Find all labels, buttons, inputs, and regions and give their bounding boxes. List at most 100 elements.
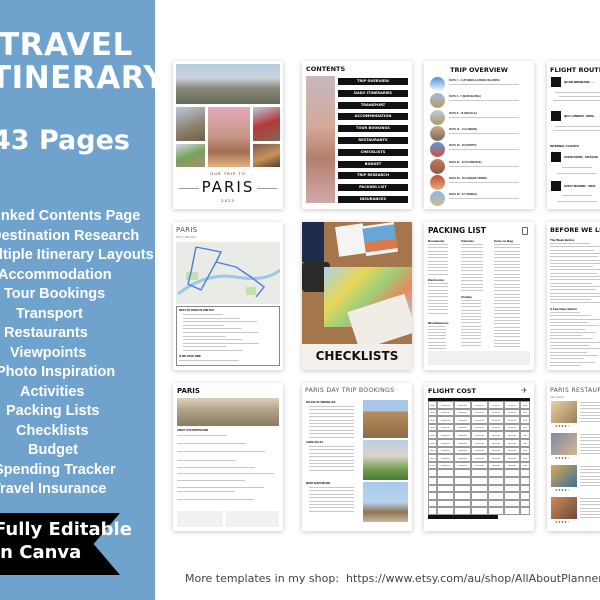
text-line bbox=[428, 250, 448, 252]
text-line bbox=[179, 360, 239, 361]
cost-table-cell bbox=[488, 423, 504, 432]
text-line bbox=[550, 321, 588, 323]
feature-item: Checklists bbox=[16, 422, 89, 439]
contents-link[interactable]: CHECKLISTS bbox=[338, 148, 408, 156]
day-trip-heading: PALACE OF VERSAILLES bbox=[306, 401, 336, 404]
text-line bbox=[550, 279, 600, 281]
contents-link[interactable]: RESTAURANTS bbox=[338, 137, 408, 144]
restaurant-detail-line bbox=[580, 478, 600, 480]
if-we-have-time-title: IF WE HAVE TIME bbox=[179, 355, 201, 358]
shop-url-link[interactable]: https://www.etsy.com/au/shop/AllAboutPla… bbox=[346, 572, 600, 585]
contents-link[interactable]: TRIP OVERVIEW bbox=[338, 78, 408, 85]
page-paris-restaurants: PARIS RESTAURANTS Latin Quarter ★★★★☆ ★★★… bbox=[547, 383, 600, 531]
about-destination-heading: ABOUT OUR DESTINATION bbox=[177, 429, 209, 432]
contents-title: CONTENTS bbox=[306, 65, 346, 73]
contents-link[interactable]: INSURANCES bbox=[338, 196, 408, 203]
contents-link-label: TRIP OVERVIEW bbox=[357, 79, 389, 83]
text-line bbox=[428, 244, 448, 245]
text-line bbox=[428, 289, 448, 291]
page-cover: OUR TRIP TO PARIS 2023 bbox=[173, 61, 283, 209]
text-line bbox=[494, 293, 520, 295]
cost-table-cell bbox=[437, 507, 454, 515]
route-map-svg bbox=[177, 246, 281, 298]
text-line bbox=[550, 361, 595, 363]
cost-table-cell bbox=[520, 507, 530, 515]
contents-link[interactable]: PACKING LIST bbox=[338, 184, 408, 192]
text-line bbox=[428, 273, 448, 275]
text-line bbox=[183, 317, 240, 319]
cost-table-cell bbox=[428, 454, 437, 462]
destination-photo-circle bbox=[430, 77, 445, 92]
text-line bbox=[550, 252, 600, 254]
text-line bbox=[183, 314, 223, 315]
text-line bbox=[550, 269, 600, 271]
cost-table-cell bbox=[504, 461, 520, 470]
text-line bbox=[309, 510, 354, 512]
cost-table-cell bbox=[437, 439, 454, 447]
restaurant-detail-line bbox=[580, 482, 600, 483]
contents-link[interactable]: TOUR BOOKINGS bbox=[338, 125, 408, 133]
text-line bbox=[309, 426, 354, 428]
cost-table-cell bbox=[437, 461, 454, 470]
contents-link[interactable]: TRANSPORT bbox=[338, 101, 408, 109]
text-line bbox=[461, 277, 483, 278]
day-trip-heading: MONT SAINT-MICHEL bbox=[306, 482, 331, 485]
contents-link[interactable]: TRIP RESEARCH bbox=[338, 172, 408, 180]
contents-link[interactable]: ACCOMMODATION bbox=[338, 113, 408, 121]
text-line bbox=[494, 329, 520, 331]
contents-eiffel-photo bbox=[306, 76, 335, 203]
cost-table-cell bbox=[454, 499, 471, 508]
cost-table-cell bbox=[454, 492, 471, 500]
cost-table-cell bbox=[488, 492, 504, 500]
text-line bbox=[428, 344, 446, 346]
title-line-2: ITINERARY bbox=[0, 60, 155, 96]
text-line bbox=[494, 286, 520, 288]
text-line bbox=[183, 346, 226, 348]
flight-detail-line bbox=[559, 96, 600, 97]
cost-table-cell bbox=[471, 469, 488, 477]
text-line bbox=[461, 250, 483, 252]
text-line bbox=[461, 290, 483, 292]
text-line bbox=[550, 276, 600, 277]
cover-rule-right bbox=[257, 188, 277, 189]
text-line bbox=[428, 299, 448, 301]
cost-table-cell bbox=[504, 507, 520, 515]
restaurant-detail-line bbox=[580, 450, 600, 451]
page-before-we-leave: BEFORE WE LEAVE The Week Before A Few Da… bbox=[547, 222, 600, 370]
restaurant-detail-line bbox=[580, 440, 600, 442]
contents-link[interactable]: BUDGET bbox=[338, 160, 408, 168]
restaurant-detail-line bbox=[580, 414, 600, 416]
cover-photo-garden bbox=[176, 144, 205, 167]
text-line bbox=[428, 263, 448, 265]
text-line bbox=[309, 466, 354, 468]
cost-table-cell bbox=[437, 408, 454, 417]
text-line bbox=[494, 316, 520, 318]
overview-entry-text bbox=[449, 181, 519, 183]
feature-item: Multiple Itinerary Layouts bbox=[0, 247, 154, 263]
text-line bbox=[177, 435, 227, 436]
text-line bbox=[183, 321, 257, 323]
text-line bbox=[550, 256, 598, 258]
contents-link[interactable]: DAILY ITINERARIES bbox=[338, 89, 408, 97]
text-line bbox=[494, 283, 520, 285]
cost-table-cell bbox=[428, 499, 437, 508]
overview-entry-text bbox=[449, 116, 519, 118]
text-line bbox=[494, 260, 520, 262]
cost-table-cell bbox=[504, 469, 520, 477]
cover-photo-arc bbox=[208, 107, 250, 167]
flight-label: QF2 LONDON - BRIS... bbox=[564, 114, 597, 118]
restaurant-detail-line bbox=[580, 472, 600, 474]
cost-table-cell bbox=[454, 507, 471, 515]
page-checklists: CHECKLISTS bbox=[302, 222, 412, 370]
text-line bbox=[550, 282, 592, 284]
page-day-trip-bookings: PARIS DAY TRIP BOOKINGS PALACE OF VERSAI… bbox=[302, 383, 412, 531]
text-line bbox=[494, 310, 520, 311]
text-line bbox=[428, 270, 448, 272]
packing-section-heading: Miscellaneous bbox=[428, 321, 449, 325]
text-line bbox=[461, 270, 483, 272]
before-we-leave-title: BEFORE WE LEAVE bbox=[550, 226, 600, 234]
text-line bbox=[461, 335, 481, 337]
rating-stars: ★★★★☆ bbox=[555, 520, 570, 524]
text-line bbox=[550, 348, 600, 350]
text-line bbox=[550, 266, 593, 268]
